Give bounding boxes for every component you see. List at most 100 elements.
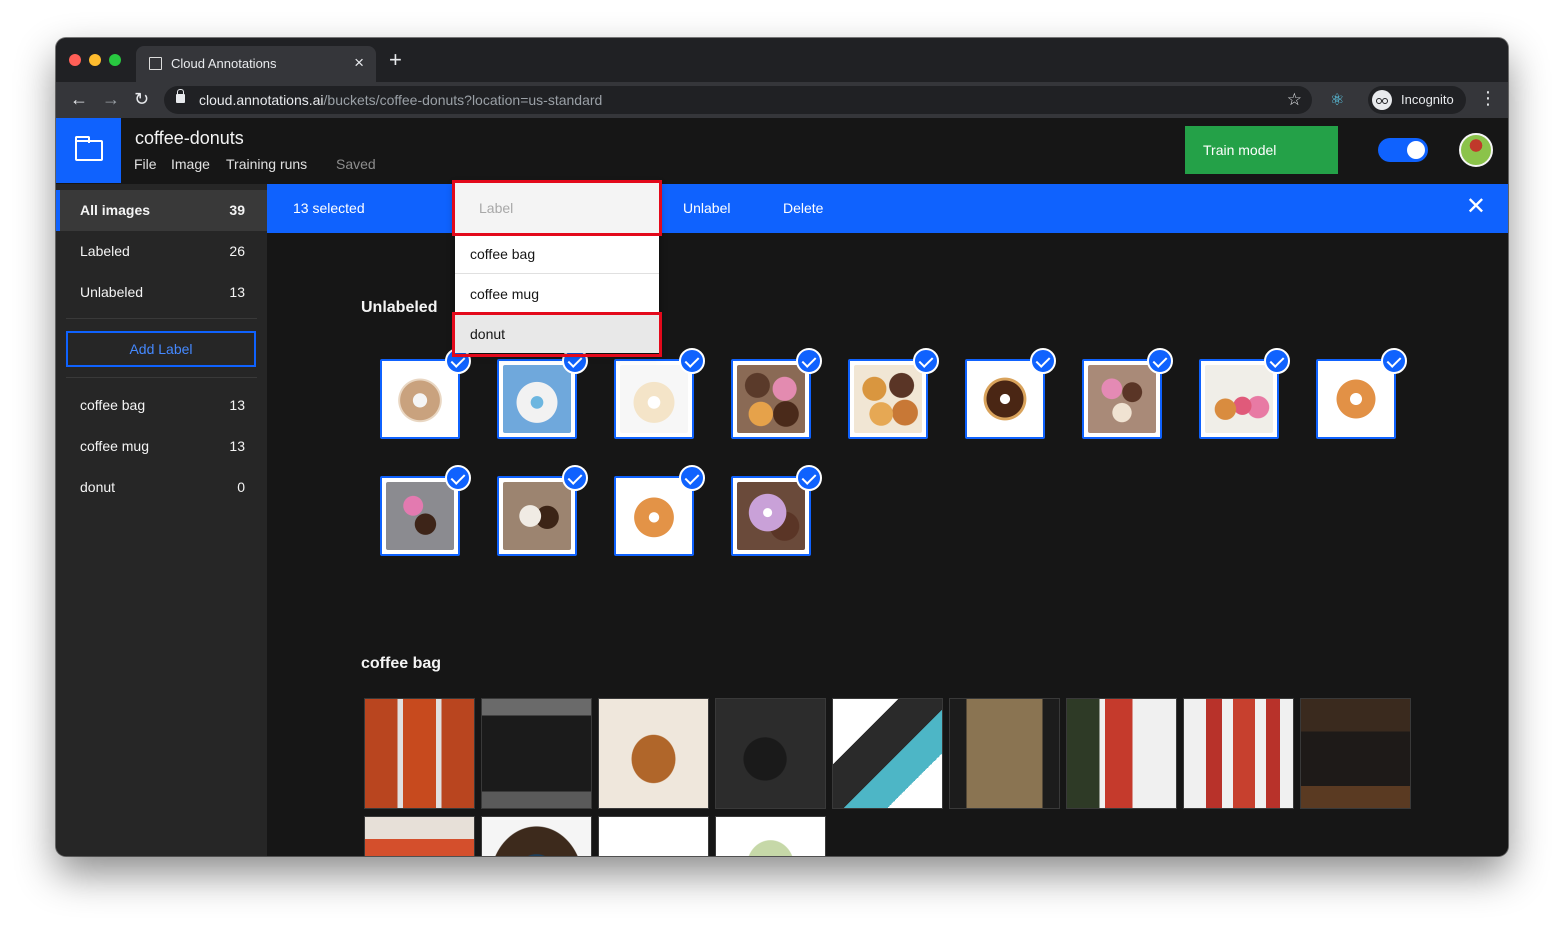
label-option-coffee-mug[interactable]: coffee mug <box>455 273 659 313</box>
address-bar[interactable]: cloud.annotations.ai/buckets/coffee-donu… <box>164 86 1312 114</box>
browser-menu-icon[interactable]: ⋮ <box>1479 88 1497 109</box>
incognito-profile-button[interactable]: Incognito <box>1368 86 1466 114</box>
sidebar-item-count: 26 <box>229 243 245 259</box>
sidebar-item-labeled[interactable]: Labeled 26 <box>56 231 267 272</box>
sidebar-item-count: 0 <box>237 479 245 495</box>
image-thumbnail[interactable] <box>848 348 939 439</box>
sidebar-item-all-images[interactable]: All images 39 <box>56 190 267 231</box>
sidebar-item-count: 39 <box>229 202 245 218</box>
checkmark-icon[interactable] <box>1264 348 1290 374</box>
coffee-bag-image[interactable] <box>364 816 475 856</box>
forward-arrow-icon[interactable]: → <box>102 88 120 110</box>
coffee-bag-image[interactable] <box>715 698 826 809</box>
image-thumbnail[interactable] <box>1199 348 1290 439</box>
folder-icon <box>75 136 103 161</box>
back-arrow-icon[interactable]: ← <box>70 88 88 110</box>
checkmark-icon[interactable] <box>562 465 588 491</box>
coffee-bag-image[interactable] <box>1183 698 1294 809</box>
react-devtools-icon[interactable]: ⚛ <box>1330 90 1344 110</box>
menu-file[interactable]: File <box>134 156 157 172</box>
donut-image <box>386 482 454 550</box>
url-host: cloud.annotations.ai <box>199 92 324 108</box>
close-icon[interactable]: ✕ <box>1466 194 1486 220</box>
donut-image <box>971 365 1039 433</box>
image-thumbnail[interactable] <box>1316 348 1407 439</box>
checkmark-icon[interactable] <box>796 348 822 374</box>
label-input[interactable] <box>455 183 659 233</box>
close-window-button[interactable] <box>69 54 81 66</box>
donut-image <box>1088 365 1156 433</box>
avatar[interactable] <box>1459 133 1493 167</box>
close-tab-icon[interactable]: × <box>354 53 364 73</box>
sidebar-item-count: 13 <box>229 397 245 413</box>
sidebar-item-unlabeled[interactable]: Unlabeled 13 <box>56 272 267 313</box>
sidebar-item-label: donut <box>80 479 116 495</box>
label-option-donut[interactable]: donut <box>455 313 659 353</box>
new-tab-icon[interactable]: + <box>389 49 402 71</box>
browser-toolbar: ← → ↻ cloud.annotations.ai/buckets/coffe… <box>56 82 1508 118</box>
coffee-bag-image[interactable] <box>598 816 709 856</box>
delete-button[interactable]: Delete <box>783 200 823 216</box>
sidebar-item-label: All images <box>80 202 151 218</box>
label-input-wrapper <box>455 183 659 233</box>
sidebar-item-label: Labeled <box>80 243 130 259</box>
donut-image <box>737 365 805 433</box>
sidebar-divider <box>66 377 257 378</box>
image-thumbnail[interactable] <box>497 465 588 556</box>
checkmark-icon[interactable] <box>913 348 939 374</box>
sidebar-item-donut[interactable]: donut 0 <box>56 467 267 508</box>
coffee-bag-image[interactable] <box>481 816 592 856</box>
sidebar-item-count: 13 <box>229 438 245 454</box>
checkmark-icon[interactable] <box>679 465 705 491</box>
coffee-bag-image[interactable] <box>481 698 592 809</box>
browser-tab[interactable]: Cloud Annotations × <box>136 46 376 82</box>
coffee-bag-image[interactable] <box>832 698 943 809</box>
selected-count: 13 selected <box>293 200 365 216</box>
image-thumbnail[interactable] <box>731 465 822 556</box>
donut-image <box>620 365 688 433</box>
unlabel-button[interactable]: Unlabel <box>683 200 730 216</box>
bucket-name: coffee-donuts <box>135 128 244 148</box>
image-thumbnail[interactable] <box>1082 348 1173 439</box>
sidebar-item-label: Unlabeled <box>80 284 144 300</box>
add-label-button[interactable]: Add Label <box>66 331 256 367</box>
minimize-window-button[interactable] <box>89 54 101 66</box>
image-thumbnail[interactable] <box>614 465 705 556</box>
train-model-button[interactable]: Train model <box>1185 126 1338 174</box>
reload-icon[interactable]: ↻ <box>134 88 149 110</box>
sidebar-item-coffee-bag[interactable]: coffee bag 13 <box>56 385 267 426</box>
donut-image <box>503 365 571 433</box>
sidebar: All images 39 Labeled 26 Unlabeled 13 Ad… <box>56 184 267 856</box>
coffee-bag-image[interactable] <box>598 698 709 809</box>
coffee-bag-image[interactable] <box>1066 698 1177 809</box>
image-thumbnail[interactable] <box>380 348 471 439</box>
checkmark-icon[interactable] <box>1030 348 1056 374</box>
image-thumbnail[interactable] <box>380 465 471 556</box>
menu-training-runs[interactable]: Training runs <box>226 156 307 172</box>
sidebar-item-label: coffee bag <box>80 397 146 413</box>
checkmark-icon[interactable] <box>796 465 822 491</box>
label-option-coffee-bag[interactable]: coffee bag <box>455 233 659 273</box>
image-thumbnail[interactable] <box>614 348 705 439</box>
browser-window: Cloud Annotations × + ← → ↻ cloud.annota… <box>56 38 1508 856</box>
coffee-bag-image[interactable] <box>364 698 475 809</box>
coffee-bag-image[interactable] <box>1300 698 1411 809</box>
image-thumbnail[interactable] <box>965 348 1056 439</box>
image-thumbnail[interactable] <box>497 348 588 439</box>
theme-toggle[interactable] <box>1378 138 1428 162</box>
checkmark-icon[interactable] <box>679 348 705 374</box>
bucket-home-button[interactable] <box>56 118 121 183</box>
maximize-window-button[interactable] <box>109 54 121 66</box>
checkmark-icon[interactable] <box>1381 348 1407 374</box>
coffee-bag-image[interactable] <box>715 816 826 856</box>
donut-image <box>1322 365 1390 433</box>
label-dropdown: coffee bag coffee mug donut <box>455 183 659 353</box>
checkmark-icon[interactable] <box>1147 348 1173 374</box>
checkmark-icon[interactable] <box>445 465 471 491</box>
sidebar-item-coffee-mug[interactable]: coffee mug 13 <box>56 426 267 467</box>
coffee-bag-image[interactable] <box>949 698 1060 809</box>
annotation-favicon-icon <box>149 57 162 70</box>
image-thumbnail[interactable] <box>731 348 822 439</box>
menu-image[interactable]: Image <box>171 156 210 172</box>
bookmark-star-icon[interactable]: ☆ <box>1287 90 1302 110</box>
